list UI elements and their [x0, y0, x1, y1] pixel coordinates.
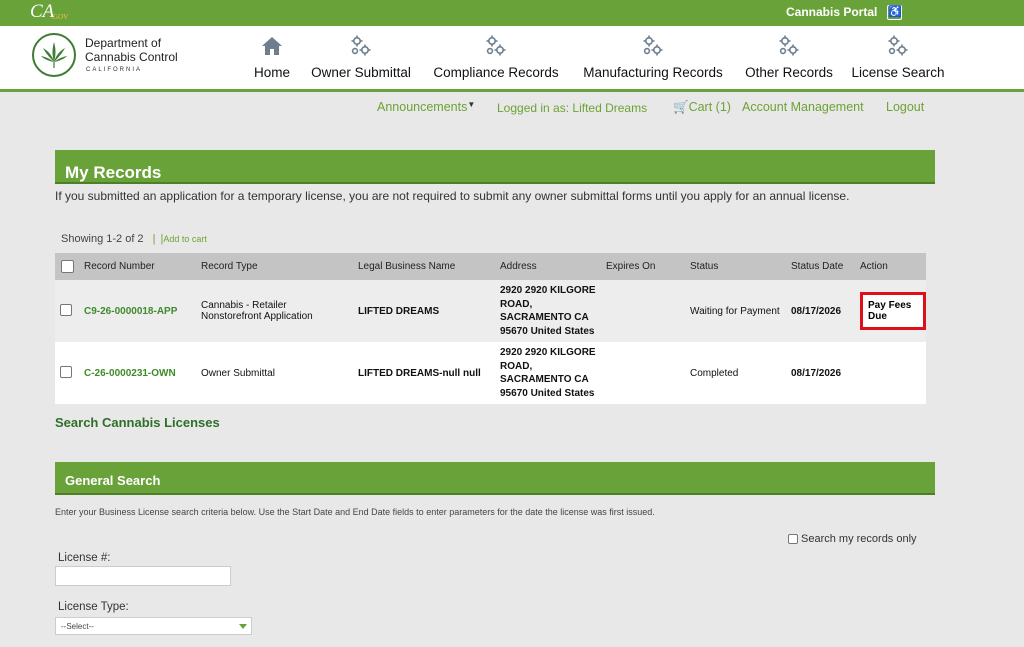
nav-manufacturing-records[interactable]: Manufacturing Records	[576, 34, 730, 80]
col-record-type[interactable]: Record Type	[201, 253, 358, 280]
col-action: Action	[860, 253, 926, 280]
record-type: Cannabis - Retailer Nonstorefront Applica…	[201, 280, 358, 342]
search-my-records-checkbox[interactable]	[788, 534, 798, 544]
gears-icon	[740, 34, 838, 58]
row-checkbox[interactable]	[60, 365, 72, 378]
status: Completed	[690, 342, 791, 404]
nav-compliance-records[interactable]: Compliance Records	[428, 34, 564, 80]
address: 2920 2920 KILGORE ROAD, SACRAMENTO CA 95670…	[500, 280, 606, 342]
portal-title: Cannabis Portal	[786, 5, 878, 19]
col-status-date[interactable]: Status Date	[791, 253, 860, 280]
action-cell	[860, 342, 926, 404]
col-status[interactable]: Status	[690, 253, 791, 280]
chevron-down-icon	[239, 624, 247, 629]
license-type-label: License Type:	[58, 601, 129, 613]
license-number-input[interactable]	[55, 566, 231, 586]
cart-link[interactable]: 🛒Cart (1)	[673, 100, 731, 115]
pay-fees-due-button[interactable]: Pay Fees Due	[860, 292, 926, 330]
records-table: Record Number Record Type Legal Business…	[55, 253, 926, 404]
col-legal-business-name[interactable]: Legal Business Name	[358, 253, 500, 280]
announcements-link[interactable]: Announcements▼	[377, 100, 475, 114]
records-count: Showing 1-2 of 2 | |Add to cart	[61, 233, 207, 245]
table-row: C-26-0000231-OWN Owner Submittal LIFTED …	[55, 342, 926, 404]
col-record-number[interactable]: Record Number	[84, 253, 201, 280]
status-date: 08/17/2026	[791, 342, 860, 404]
temporary-license-note: If you submitted an application for a te…	[55, 189, 850, 203]
add-to-cart-link[interactable]: Add to cart	[163, 234, 207, 244]
account-management-link[interactable]: Account Management	[742, 100, 864, 114]
nav-license-search[interactable]: License Search	[848, 34, 948, 80]
home-icon	[252, 34, 292, 58]
nav-owner-submittal[interactable]: Owner Submittal	[304, 34, 418, 80]
nav-other-records[interactable]: Other Records	[740, 34, 838, 80]
gears-icon	[576, 34, 730, 58]
top-bar: CA.GOV Cannabis Portal ♿	[0, 0, 1024, 26]
record-type: Owner Submittal	[201, 342, 358, 404]
col-expires-on[interactable]: Expires On	[606, 253, 690, 280]
site-header: Department of Cannabis Control CALIFORNI…	[0, 26, 1024, 92]
license-number-label: License #:	[58, 552, 111, 564]
expires-on	[606, 342, 690, 404]
col-address[interactable]: Address	[500, 253, 606, 280]
record-number-link[interactable]: C9-26-0000018-APP	[84, 306, 177, 317]
table-row: C9-26-0000018-APP Cannabis - Retailer Non…	[55, 280, 926, 342]
gears-icon	[428, 34, 564, 58]
license-type-select[interactable]: --Select--	[55, 617, 252, 635]
expires-on	[606, 280, 690, 342]
business-name: LIFTED DREAMS-null null	[358, 342, 500, 404]
gears-icon	[304, 34, 418, 58]
cart-icon: 🛒	[673, 100, 689, 114]
search-my-records-only[interactable]: Search my records only	[788, 533, 917, 545]
ca-gov-logo[interactable]: CA.GOV	[30, 2, 71, 25]
dropdown-caret-icon: ▼	[467, 100, 476, 109]
table-header-row: Record Number Record Type Legal Business…	[55, 253, 926, 280]
logout-link[interactable]: Logout	[886, 100, 924, 114]
business-name: LIFTED DREAMS	[358, 280, 500, 342]
logged-in-label: Logged in as: Lifted Dreams	[497, 101, 648, 115]
nav-home[interactable]: Home	[252, 34, 292, 80]
my-records-header: My Records	[55, 150, 935, 184]
record-number-link[interactable]: C-26-0000231-OWN	[84, 368, 176, 379]
status: Waiting for Payment	[690, 280, 791, 342]
row-checkbox[interactable]	[60, 303, 72, 316]
status-date: 08/17/2026	[791, 280, 860, 342]
gears-icon	[848, 34, 948, 58]
accessibility-icon[interactable]: ♿	[887, 5, 902, 20]
agency-state: CALIFORNIA	[86, 67, 143, 73]
agency-name: Department of Cannabis Control	[85, 36, 178, 64]
dcc-leaf-logo-icon[interactable]	[32, 33, 76, 77]
address: 2920 2920 KILGORE ROAD, SACRAMENTO CA 95670…	[500, 342, 606, 404]
general-search-description: Enter your Business License search crite…	[55, 507, 655, 517]
select-all-checkbox[interactable]	[61, 260, 74, 273]
search-cannabis-licenses-link[interactable]: Search Cannabis Licenses	[55, 415, 220, 430]
general-search-header: General Search	[55, 462, 935, 495]
